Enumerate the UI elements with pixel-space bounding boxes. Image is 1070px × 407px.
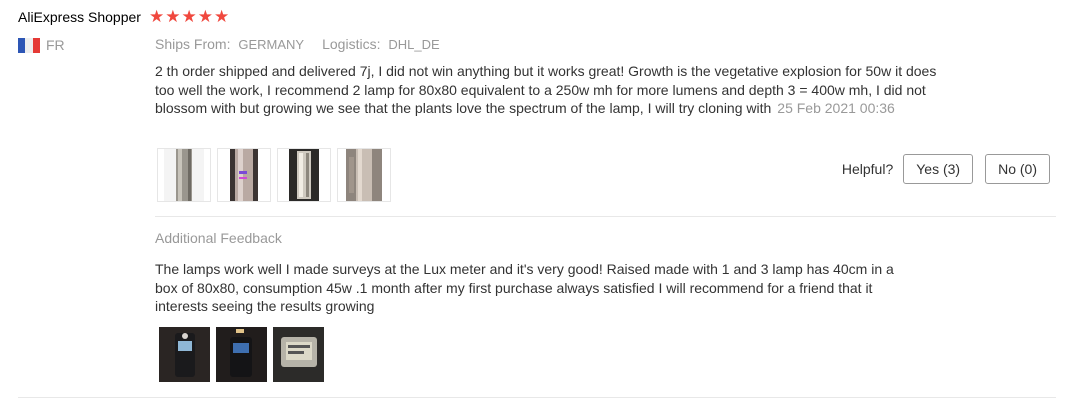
helpful-voting: Helpful? Yes (3) No (0) bbox=[842, 154, 1050, 184]
lux-meter-photo-icon bbox=[216, 327, 267, 382]
country-code: FR bbox=[46, 37, 65, 53]
star-icon: ★ bbox=[213, 7, 230, 26]
lamp-photo-icon bbox=[346, 149, 382, 201]
ships-from-label: Ships From: bbox=[155, 36, 231, 52]
reviewer-name: AliExpress Shopper bbox=[18, 8, 141, 25]
lamp-photo-icon bbox=[289, 149, 319, 201]
helpful-label: Helpful? bbox=[841, 161, 894, 177]
lamp-photo-icon bbox=[164, 149, 204, 201]
logistics-value: DHL_DE bbox=[388, 37, 440, 52]
review-date: 25 Feb 2021 00:36 bbox=[777, 100, 895, 116]
star-icon: ★ bbox=[197, 7, 213, 26]
reviewer-header: AliExpress Shopper ★ ★ ★ ★ ★ bbox=[18, 8, 229, 25]
review-photos bbox=[157, 148, 391, 202]
star-icon: ★ bbox=[148, 7, 165, 26]
star-rating: ★ ★ ★ ★ ★ bbox=[149, 8, 229, 25]
additional-feedback-title: Additional Feedback bbox=[155, 230, 282, 246]
star-icon: ★ bbox=[181, 7, 197, 26]
france-flag-icon bbox=[18, 37, 40, 53]
helpful-no-button[interactable]: No (0) bbox=[985, 154, 1050, 184]
review-photo-thumbnail[interactable] bbox=[157, 148, 211, 202]
feedback-photo-thumbnail[interactable] bbox=[159, 327, 210, 382]
lux-meter-photo-icon bbox=[159, 327, 210, 382]
section-divider bbox=[155, 216, 1056, 217]
review-text: 2 th order shipped and delivered 7j, I d… bbox=[155, 62, 955, 118]
logistics-label: Logistics: bbox=[322, 36, 381, 52]
star-icon: ★ bbox=[165, 7, 181, 26]
additional-feedback-photos bbox=[159, 327, 324, 382]
review-photo-thumbnail[interactable] bbox=[217, 148, 271, 202]
lamp-photo-icon bbox=[230, 149, 258, 201]
reviewer-country: FR bbox=[18, 37, 65, 53]
feedback-photo-thumbnail[interactable] bbox=[216, 327, 267, 382]
shipping-info: Ships From: GERMANY Logistics: DHL_DE bbox=[155, 36, 440, 52]
power-meter-photo-icon bbox=[273, 327, 324, 382]
additional-feedback-text: The lamps work well I made surveys at th… bbox=[155, 261, 894, 314]
feedback-photo-thumbnail[interactable] bbox=[273, 327, 324, 382]
helpful-yes-button[interactable]: Yes (3) bbox=[903, 154, 974, 184]
ships-from-value: GERMANY bbox=[238, 37, 305, 52]
review-photo-thumbnail[interactable] bbox=[277, 148, 331, 202]
review-photo-thumbnail[interactable] bbox=[337, 148, 391, 202]
review-bottom-divider bbox=[18, 397, 1056, 398]
